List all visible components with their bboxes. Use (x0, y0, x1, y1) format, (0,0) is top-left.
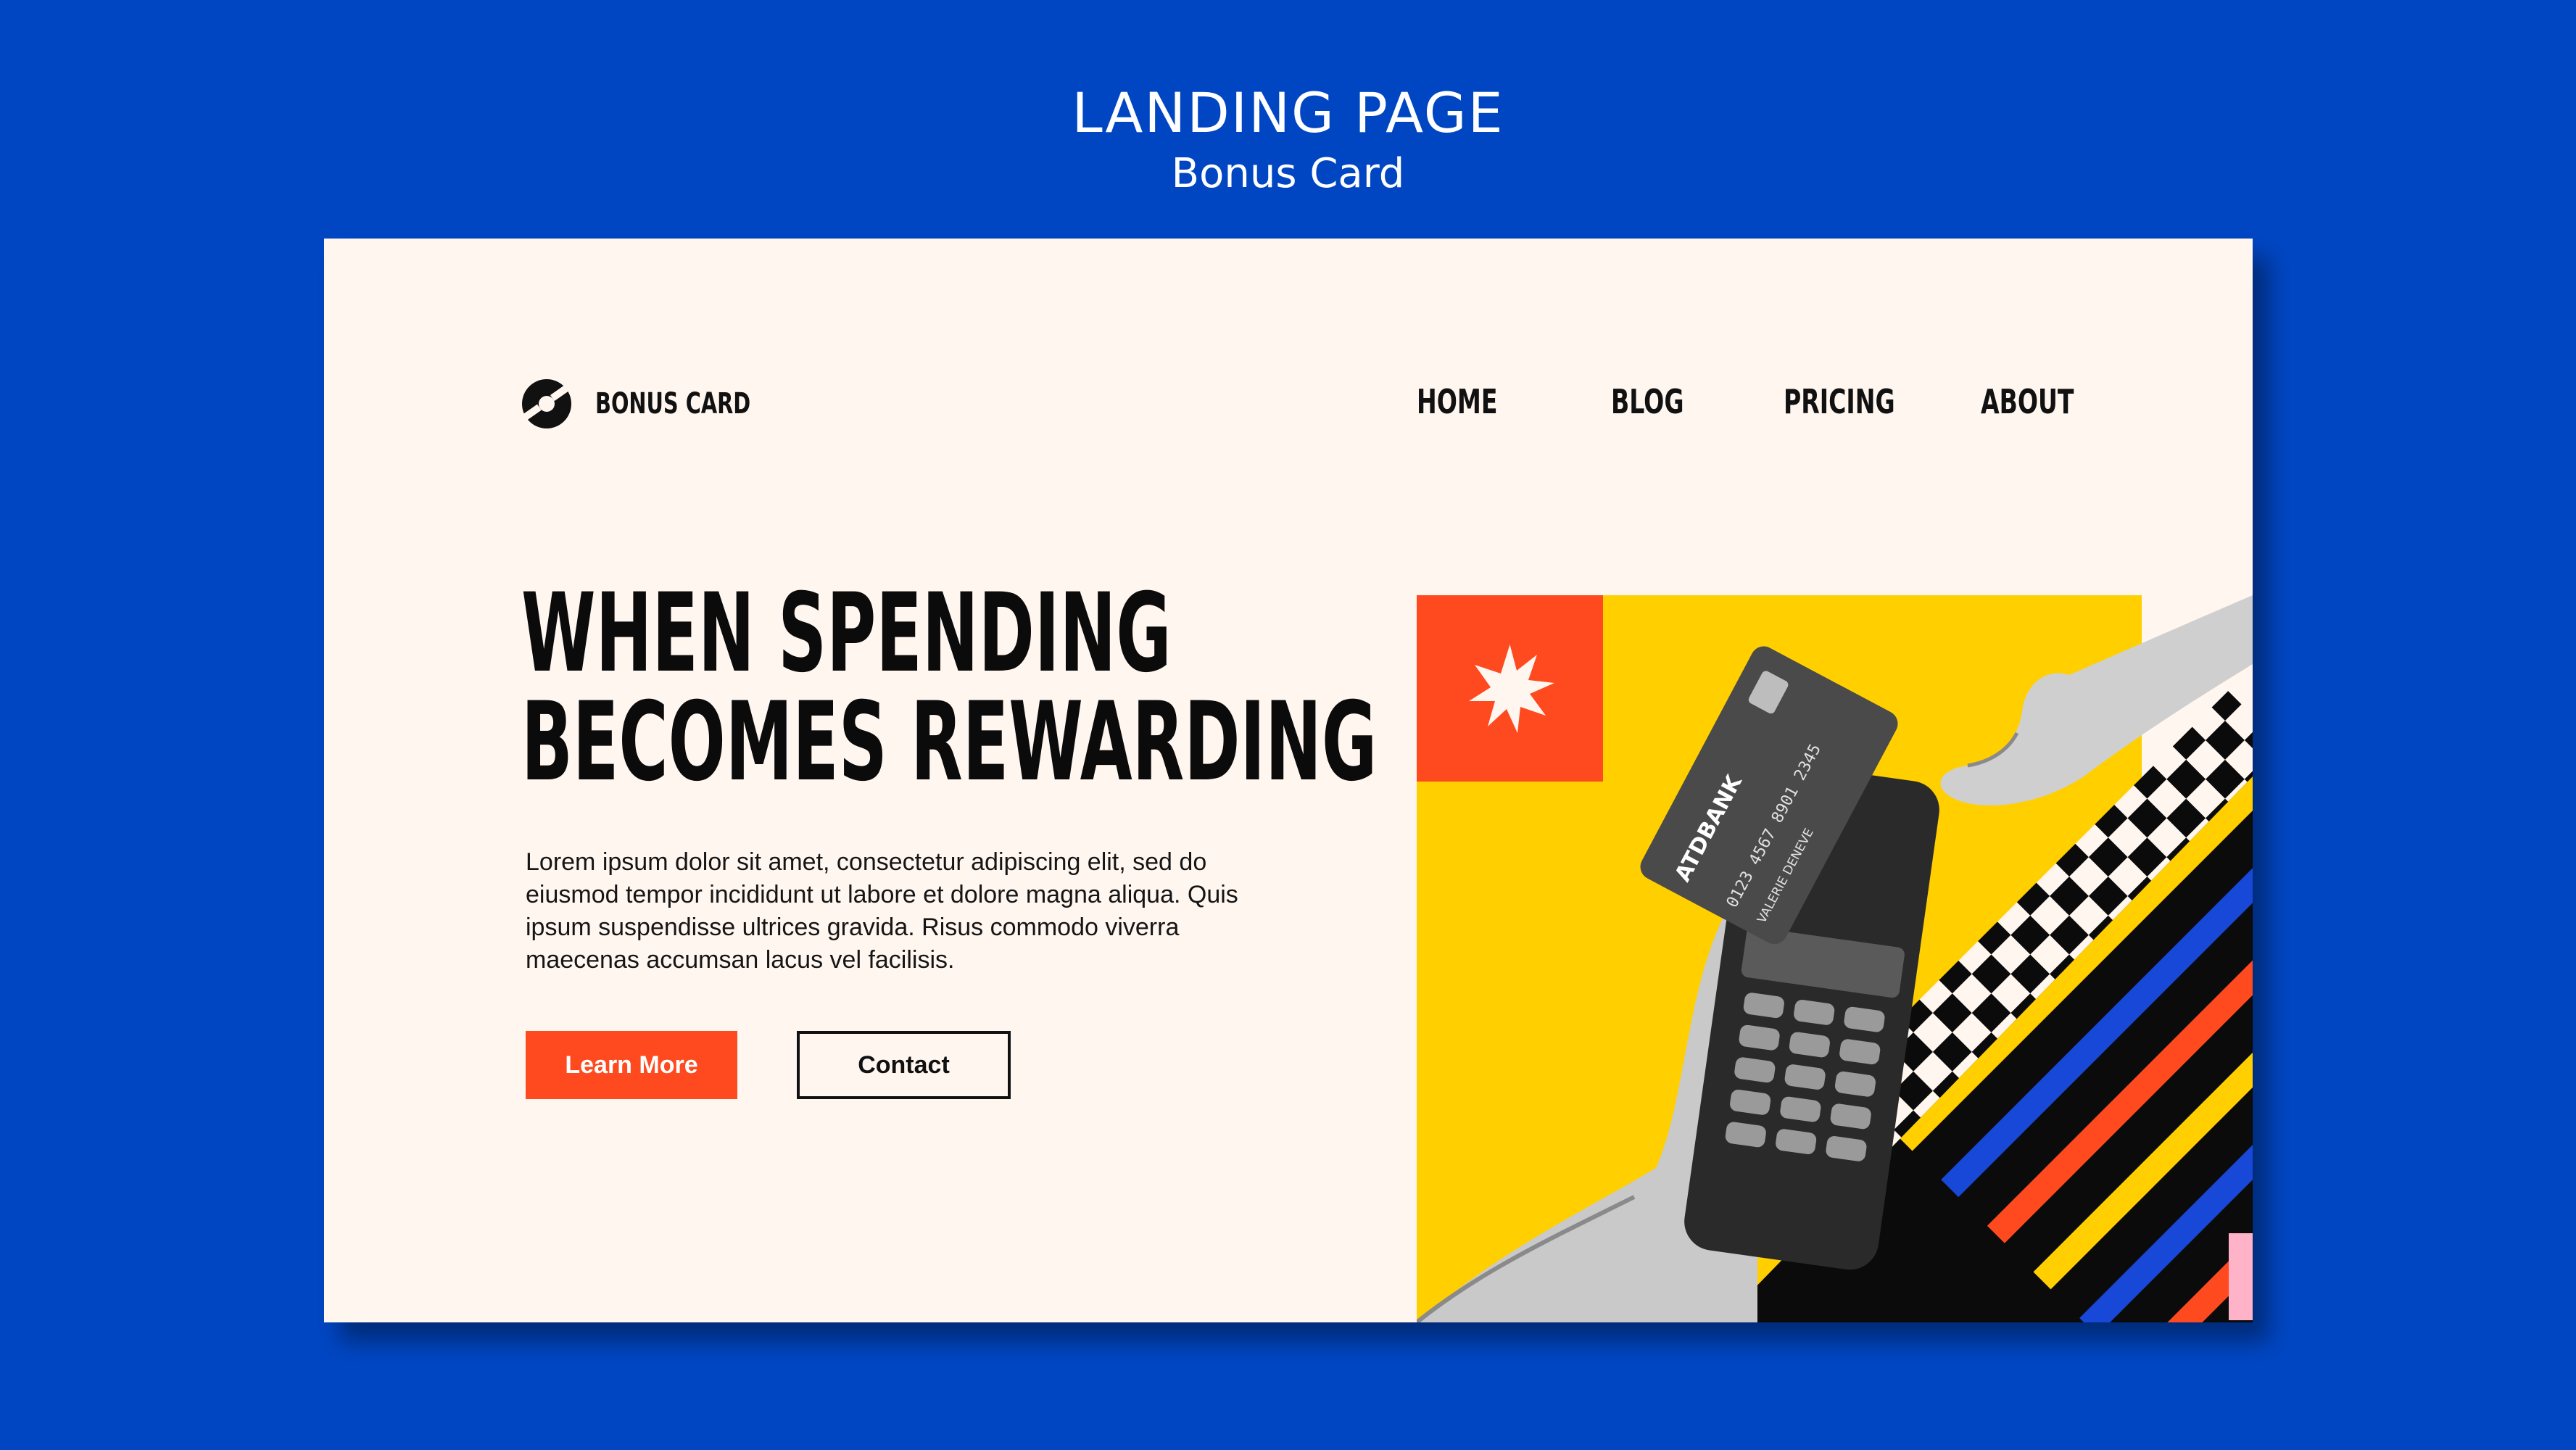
template-heading: LANDING PAGE Bonus Card (0, 78, 2576, 200)
nav-blog[interactable]: BLOG (1611, 382, 1684, 421)
landing-page-mockup: BONUS CARD HOME BLOG PRICING ABOUT WHEN … (324, 239, 2253, 1322)
hero-illustration: ATDBANK 0123 4567 8901 2345 VALERIE DENE… (1417, 595, 2253, 1322)
hero-headline-line2: BECOMES REWARDING (521, 679, 1378, 805)
nav-pricing[interactable]: PRICING (1784, 382, 1895, 421)
brand-name: BONUS CARD (595, 387, 751, 420)
brand[interactable]: BONUS CARD (520, 375, 811, 433)
template-title: LANDING PAGE (1072, 80, 1504, 145)
nav-about[interactable]: ABOUT (1981, 382, 2074, 421)
hero-body-text: Lorem ipsum dolor sit amet, consectetur … (526, 848, 1238, 974)
template-subtitle: Bonus Card (1171, 150, 1405, 197)
learn-more-button[interactable]: Learn More (526, 1031, 737, 1099)
circular-logo-icon (520, 377, 573, 431)
contact-button[interactable]: Contact (797, 1031, 1011, 1099)
hero-headline-line1: WHEN SPENDING (521, 571, 1172, 697)
nav-home[interactable]: HOME (1417, 382, 1497, 421)
hero-headline: WHEN SPENDING BECOMES REWARDING (521, 579, 1377, 797)
